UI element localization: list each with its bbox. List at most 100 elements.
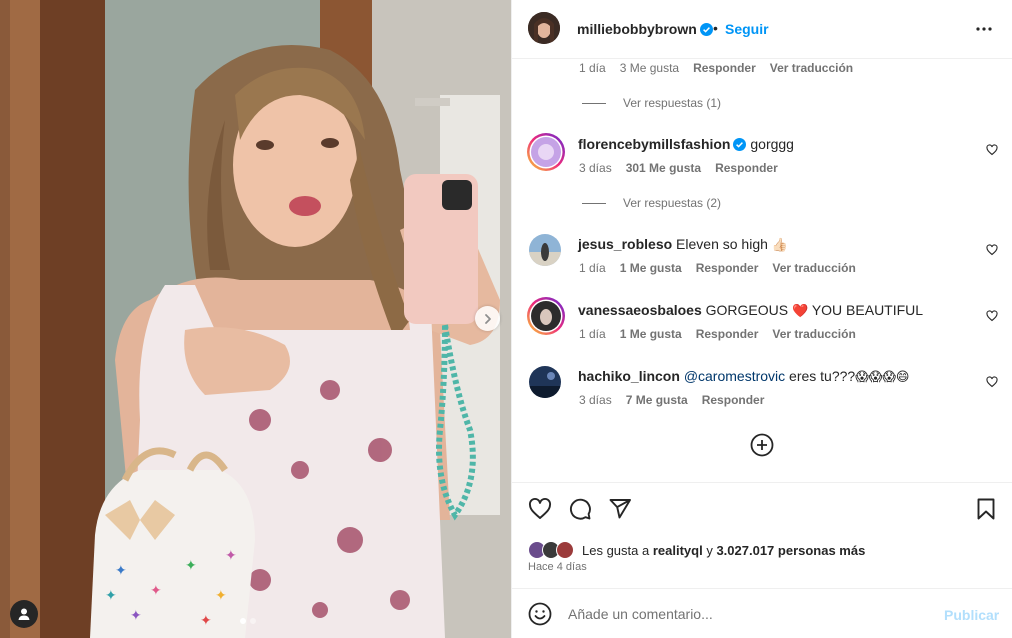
verified-badge-icon: [733, 138, 747, 151]
post-actions: Les gusta a realityql y 3.027.017 person…: [512, 482, 1012, 588]
liker-username[interactable]: realityql: [653, 543, 703, 558]
heart-icon[interactable]: [528, 497, 552, 521]
like-comment-heart-icon[interactable]: [986, 375, 998, 388]
comment-mention-link[interactable]: @caromestrovic: [684, 368, 785, 384]
comment-input[interactable]: [568, 602, 928, 626]
comment-avatar[interactable]: [526, 132, 566, 172]
comment-meta: 1 día 1 Me gusta Responder Ver traducción: [579, 327, 870, 341]
comment-time[interactable]: 1 día: [579, 61, 606, 75]
mirror-selfie-image: ✦✦ ✦✦ ✦ ✦ ✦✦: [0, 0, 511, 638]
svg-text:✦: ✦: [200, 613, 212, 629]
comment-time[interactable]: 1 día: [579, 261, 606, 275]
follow-button[interactable]: Seguir: [725, 21, 769, 37]
comment-likes[interactable]: 1 Me gusta: [620, 261, 682, 275]
comment-text: jesus_robleso Eleven so high 👍🏻: [578, 236, 788, 253]
replies-divider: [582, 102, 606, 104]
likes-prefix: Les gusta a: [582, 542, 650, 558]
user-tag-icon: [17, 607, 31, 621]
translate-button[interactable]: Ver traducción: [772, 261, 855, 275]
comment-likes[interactable]: 3 Me gusta: [620, 61, 679, 75]
comment-body: Eleven so high: [676, 236, 768, 252]
verified-badge-icon: [699, 23, 713, 36]
author-username[interactable]: milliebobbybrown: [577, 21, 697, 37]
comment-username[interactable]: hachiko_lincon: [578, 368, 680, 384]
post-sidebar: milliebobbybrown • Seguir 1 día 3 Me gust…: [511, 0, 1012, 638]
reply-button[interactable]: Responder: [693, 61, 756, 75]
user-tags-button[interactable]: [10, 600, 38, 628]
liker-avatar: [556, 541, 574, 559]
comment-text: florencebymillsfashion gorggg: [578, 136, 794, 152]
likes-connector: y: [706, 542, 713, 558]
comment-composer: Publicar: [512, 588, 1012, 638]
comment-body: gorggg: [750, 136, 794, 152]
comment-body: GORGEOUS: [705, 302, 789, 318]
comment-likes[interactable]: 7 Me gusta: [626, 393, 688, 407]
next-slide-button[interactable]: [475, 306, 500, 331]
view-replies-button[interactable]: Ver respuestas (2): [582, 196, 721, 210]
comment-username[interactable]: florencebymillsfashion: [578, 136, 730, 152]
more-options-icon[interactable]: [974, 20, 994, 38]
carousel-dot: [250, 618, 256, 624]
comment-text: hachiko_lincon @caromestrovic eres tu???…: [578, 368, 909, 385]
post-header: milliebobbybrown • Seguir: [512, 0, 1012, 59]
comment-username[interactable]: jesus_robleso: [578, 236, 672, 252]
header-separator: •: [713, 20, 718, 36]
comment-body-continued: YOU BEAUTIFUL: [811, 302, 924, 318]
author-avatar[interactable]: [528, 12, 560, 44]
comment-meta: 3 días 7 Me gusta Responder: [579, 393, 778, 407]
comment-meta: 1 día 3 Me gusta Responder Ver traducción: [579, 61, 867, 75]
svg-text:✦: ✦: [115, 563, 127, 579]
svg-text:✦: ✦: [215, 588, 227, 604]
svg-text:✦: ✦: [105, 588, 117, 604]
likes-summary: Les gusta a realityql y 3.027.017 person…: [528, 540, 865, 560]
carousel-dot-active: [240, 618, 246, 624]
replies-divider: [582, 202, 606, 204]
comment-username[interactable]: vanessaeosbaloes: [578, 302, 702, 318]
reply-button[interactable]: Responder: [696, 261, 759, 275]
comment-meta: 1 día 1 Me gusta Responder Ver traducción: [579, 261, 870, 275]
comment-emoji: 😱😱😱😄: [855, 369, 910, 384]
view-replies-label: Ver respuestas (2): [623, 196, 722, 210]
comment-body: eres tu???: [789, 368, 856, 384]
chevron-right-icon: [482, 313, 494, 325]
like-comment-heart-icon[interactable]: [986, 243, 998, 256]
load-more-comments-add-circle-icon[interactable]: [750, 433, 774, 457]
post-photo: ✦ ✦ ✦ ✦ ✦ ✦ ✦ ✦: [0, 0, 511, 638]
comment-avatar[interactable]: [529, 234, 561, 266]
emoji-icon[interactable]: [528, 602, 552, 626]
like-comment-heart-icon[interactable]: [986, 143, 998, 156]
comment-icon[interactable]: [568, 497, 592, 521]
comment-avatar[interactable]: [529, 366, 561, 398]
svg-text:✦: ✦: [225, 548, 237, 564]
svg-text:✦: ✦: [150, 583, 162, 599]
reply-button[interactable]: Responder: [702, 393, 765, 407]
comment-time[interactable]: 3 días: [579, 161, 612, 175]
comment-emoji: 👍🏻: [771, 237, 788, 252]
bookmark-icon[interactable]: [974, 497, 998, 521]
comment-time[interactable]: 3 días: [579, 393, 612, 407]
likes-count[interactable]: 3.027.017 personas más: [716, 543, 865, 558]
view-replies-button[interactable]: Ver respuestas (1): [582, 96, 721, 110]
svg-text:✦: ✦: [130, 608, 142, 624]
post-modal: ✦ ✦ ✦ ✦ ✦ ✦ ✦ ✦ milliebobbybrown • Segui…: [0, 0, 1012, 638]
comments-list: 1 día 3 Me gusta Responder Ver traducción V…: [512, 59, 1012, 482]
reply-button[interactable]: Responder: [715, 161, 778, 175]
carousel-indicator: [240, 618, 256, 624]
comment-text: vanessaeosbaloes GORGEOUS ❤️ YOU BEAUTIF…: [578, 302, 923, 319]
post-comment-button[interactable]: Publicar: [944, 607, 999, 623]
view-replies-label: Ver respuestas (1): [623, 96, 722, 110]
comment-meta: 3 días 301 Me gusta Responder: [579, 161, 792, 175]
translate-button[interactable]: Ver traducción: [770, 61, 853, 75]
comment-time[interactable]: 1 día: [579, 327, 606, 341]
translate-button[interactable]: Ver traducción: [772, 327, 855, 341]
comment-emoji: ❤️: [792, 303, 809, 318]
comment-likes[interactable]: 1 Me gusta: [620, 327, 682, 341]
share-icon[interactable]: [608, 497, 632, 521]
liker-avatars[interactable]: [528, 540, 580, 560]
post-timestamp[interactable]: Hace 4 días: [528, 561, 587, 573]
comment-likes[interactable]: 301 Me gusta: [626, 161, 701, 175]
comment-avatar[interactable]: [526, 296, 566, 336]
like-comment-heart-icon[interactable]: [986, 309, 998, 322]
svg-text:✦: ✦: [185, 558, 197, 574]
reply-button[interactable]: Responder: [696, 327, 759, 341]
